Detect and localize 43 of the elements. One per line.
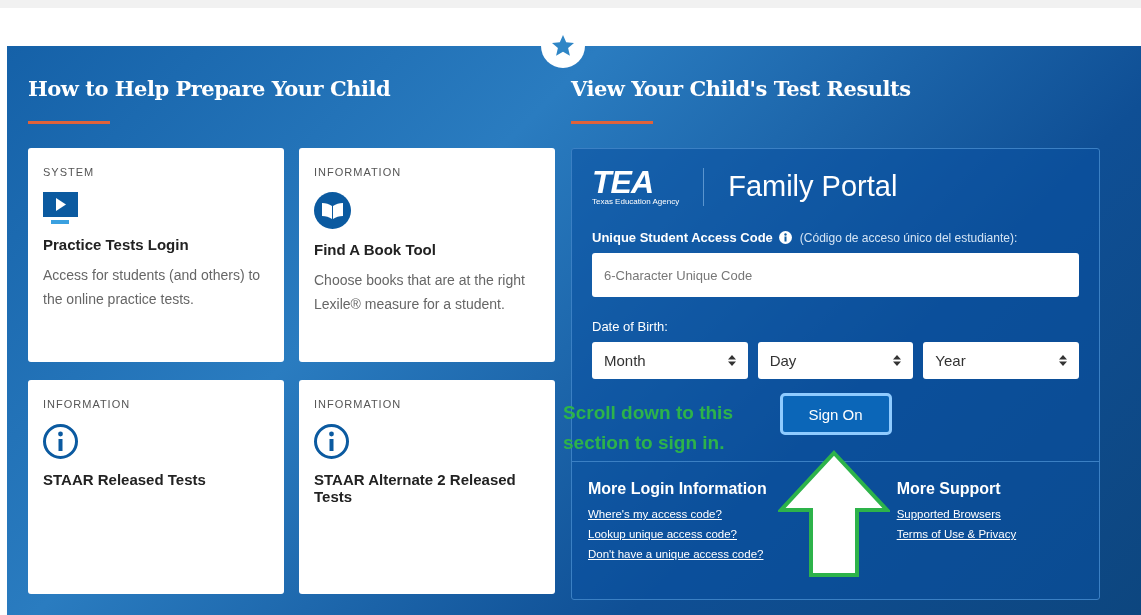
link[interactable]: Supported Browsers xyxy=(896,508,1017,520)
field-label: Date of Birth: xyxy=(592,319,669,334)
dropdown[interactable]: Day xyxy=(757,342,914,379)
monitor-play-icon xyxy=(43,192,78,224)
info-icon xyxy=(43,424,78,459)
card-category: INFORMATION xyxy=(43,398,132,410)
links-heading: More Support xyxy=(896,480,1002,498)
portal-title: Family Portal xyxy=(728,170,898,203)
up-down-caret-icon xyxy=(1059,355,1067,366)
field-label: Unique Student Access Code xyxy=(592,230,773,245)
card-category: SYSTEM xyxy=(43,166,96,178)
link[interactable]: Lookup unique access code? xyxy=(588,528,767,540)
link[interactable]: Where's my access code? xyxy=(588,508,767,520)
access-code-input[interactable]: 6-Character Unique Code xyxy=(592,253,1079,297)
up-arrow-icon xyxy=(778,450,890,578)
card-description: Choose books that are at the right Lexile® measure for a student. xyxy=(314,271,526,314)
card-description: Access for students (and others) to the online practice tests. xyxy=(43,266,262,309)
card[interactable]: SYSTEM Practice Tests Login Access for students (and others) to the online practice tests. xyxy=(28,148,284,362)
card-title: STAAR Alternate 2 Released Tests xyxy=(314,471,517,505)
up-down-caret-icon xyxy=(893,355,902,366)
dropdown[interactable]: Month xyxy=(592,342,748,379)
info-icon[interactable] xyxy=(778,231,792,244)
book-icon xyxy=(314,192,351,229)
link[interactable]: Terms of Use & Privacy xyxy=(896,528,1017,540)
card-title: STAAR Released Tests xyxy=(43,471,207,488)
field-label-translation: (Código de acceso único del estudiante): xyxy=(799,230,1018,245)
section-heading: How to Help Prepare Your Child xyxy=(28,76,392,101)
card-title: Practice Tests Login xyxy=(43,236,190,253)
logo: TEA Texas Education Agency xyxy=(592,167,680,206)
card[interactable]: INFORMATION Find A Book Tool Choose books that are at the right Lexile® measure for a student. xyxy=(299,148,555,362)
sign-on-button[interactable]: Sign On xyxy=(779,393,892,435)
section-heading: View Your Child's Test Results xyxy=(571,76,912,101)
dropdown[interactable]: Year xyxy=(923,342,1079,379)
card-title: Find A Book Tool xyxy=(314,241,437,258)
card-category: INFORMATION xyxy=(314,398,403,410)
link[interactable]: Don't have a unique access code? xyxy=(588,548,767,560)
card-category: INFORMATION xyxy=(314,166,403,178)
links-heading: More Login Information xyxy=(588,480,767,498)
card[interactable]: INFORMATION STAAR Released Tests xyxy=(28,380,284,594)
up-down-caret-icon xyxy=(727,355,736,366)
annotation-text: Scroll down to this section to sign in. xyxy=(563,401,734,455)
card[interactable]: INFORMATION STAAR Alternate 2 Released Tests xyxy=(299,380,555,594)
info-icon xyxy=(314,424,349,459)
